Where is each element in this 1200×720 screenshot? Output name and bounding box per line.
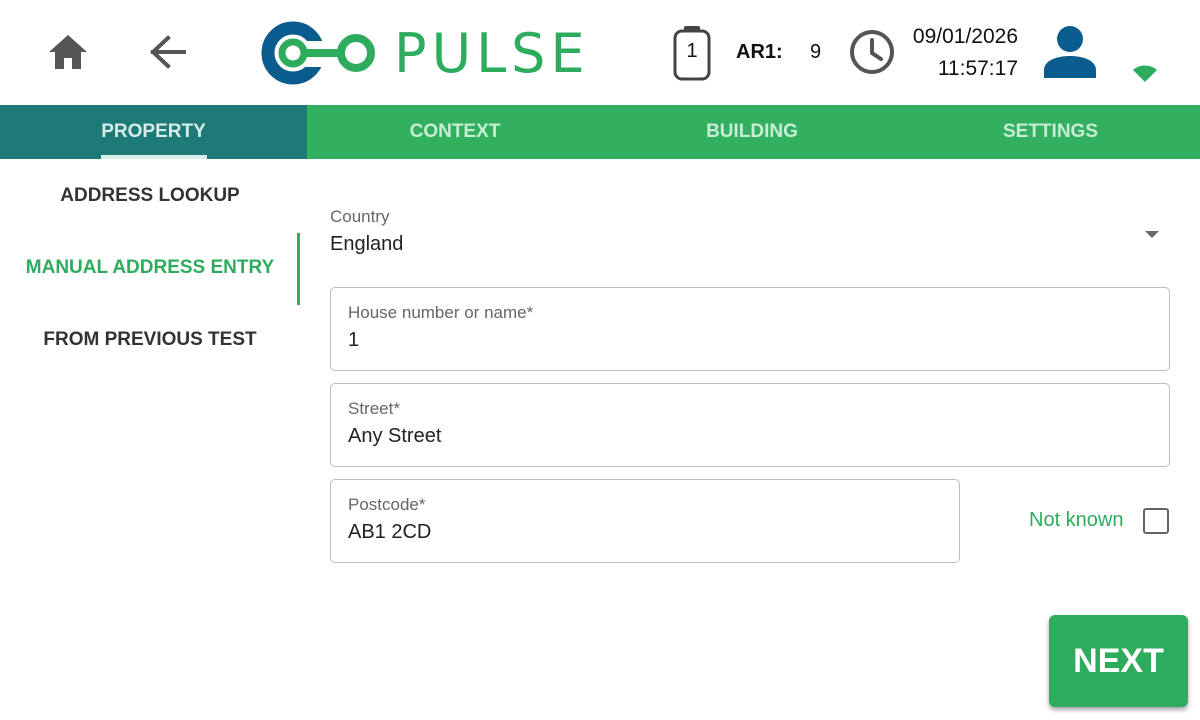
street-field[interactable]: Street* Any Street bbox=[330, 383, 1170, 467]
postcode-label: Postcode* bbox=[348, 495, 426, 514]
user-icon[interactable] bbox=[1040, 24, 1100, 80]
next-button-label: NEXT bbox=[1073, 641, 1164, 680]
battery-count: 1 bbox=[686, 40, 698, 62]
main-tab-bar: PROPERTY CONTEXT BUILDING SETTINGS bbox=[0, 105, 1200, 159]
not-known-checkbox[interactable] bbox=[1143, 508, 1169, 534]
country-value: England bbox=[330, 233, 404, 255]
country-label: Country bbox=[330, 207, 390, 226]
time-display: 11:57:17 bbox=[937, 57, 1018, 80]
home-icon bbox=[49, 35, 87, 69]
tab-settings[interactable]: SETTINGS bbox=[901, 105, 1200, 159]
chevron-down-icon[interactable] bbox=[1142, 228, 1162, 240]
app-header: PULSE 1 AR1: 9 09/01/2026 11:57:17 bbox=[0, 0, 1200, 105]
tab-property-label: PROPERTY bbox=[101, 121, 206, 142]
house-number-field[interactable]: House number or name* 1 bbox=[330, 287, 1170, 371]
tab-building-label: BUILDING bbox=[706, 121, 798, 142]
ar-label: AR1: bbox=[736, 41, 783, 63]
tab-building[interactable]: BUILDING bbox=[603, 105, 901, 159]
pulse-logo-mark bbox=[261, 21, 375, 85]
tab-context-label: CONTEXT bbox=[409, 121, 501, 142]
street-value[interactable]: Any Street bbox=[348, 425, 441, 448]
ar-value: 9 bbox=[810, 41, 822, 63]
sidebar-active-indicator bbox=[297, 233, 300, 305]
logo-text: PULSE bbox=[394, 21, 590, 85]
date-display: 09/01/2026 bbox=[912, 25, 1018, 48]
not-known-label[interactable]: Not known bbox=[1029, 509, 1124, 532]
postcode-value[interactable]: AB1 2CD bbox=[348, 521, 431, 544]
back-arrow-icon bbox=[150, 35, 186, 69]
back-button[interactable] bbox=[140, 28, 196, 76]
active-tab-indicator bbox=[100, 155, 207, 159]
pulse-logo: PULSE bbox=[260, 18, 590, 88]
house-number-label: House number or name* bbox=[348, 303, 534, 322]
house-number-value[interactable]: 1 bbox=[348, 329, 359, 352]
postcode-field[interactable]: Postcode* AB1 2CD bbox=[330, 479, 960, 563]
tab-property[interactable]: PROPERTY bbox=[0, 105, 307, 159]
home-button[interactable] bbox=[40, 28, 96, 76]
street-label: Street* bbox=[348, 399, 400, 418]
sidebar-item-from-previous-test[interactable]: FROM PREVIOUS TEST bbox=[0, 329, 300, 351]
clock-icon bbox=[850, 30, 894, 74]
tab-settings-label: SETTINGS bbox=[1002, 121, 1098, 142]
next-button[interactable]: NEXT bbox=[1049, 615, 1188, 707]
country-select[interactable] bbox=[328, 200, 1170, 266]
sidebar-item-manual-address-entry[interactable]: MANUAL ADDRESS ENTRY bbox=[0, 257, 300, 279]
sidebar-item-address-lookup[interactable]: ADDRESS LOOKUP bbox=[0, 185, 300, 207]
wifi-icon bbox=[1133, 65, 1157, 82]
tab-context[interactable]: CONTEXT bbox=[307, 105, 603, 159]
